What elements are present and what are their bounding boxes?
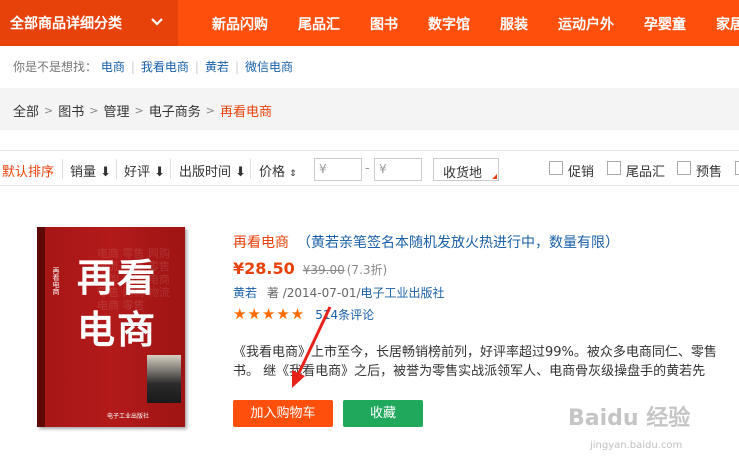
arrow-down-icon: ⬇ — [154, 165, 166, 180]
breadcrumb-item[interactable]: 电子商务 — [149, 101, 201, 120]
product-subtitle[interactable]: （黄若亲笔签名本随机发放火热进行中，数量有限） — [297, 235, 619, 251]
nav-item-baby[interactable]: 孕婴童 — [644, 14, 686, 34]
sort-updown-icon: ⇕ — [289, 169, 297, 179]
suggest-link[interactable]: 黄若 — [205, 60, 229, 74]
all-categories-label: 全部商品详细分类 — [10, 16, 122, 32]
cover-side-title: 再看电商 — [52, 267, 60, 295]
product-title-main[interactable]: 再看电商 — [233, 235, 289, 251]
sort-price-label: 价格 — [259, 165, 286, 180]
sort-sales-label: 销量 — [70, 165, 97, 180]
nav-item-outlet[interactable]: 尾品汇 — [298, 14, 340, 34]
product-description: 《我看电商》上市至今，长居畅销榜前列，好评率超过99%。被众多电商同仁、零售 书… — [233, 343, 739, 381]
breadcrumb-current: 再看电商 — [219, 105, 272, 120]
nav-item-clothing[interactable]: 服装 — [500, 14, 528, 34]
sort-sales[interactable]: 销量 ⬇ — [70, 161, 111, 180]
watermark-logo: Baidu 经验 — [568, 406, 691, 431]
chevron-right-icon: > — [44, 104, 54, 117]
search-suggestions: 你是不是想找： 电商 | 我看电商 | 黄若 | 微信电商 — [13, 60, 294, 74]
sort-rating[interactable]: 好评 ⬇ — [124, 161, 165, 180]
sort-pubdate[interactable]: 出版时间 ⬇ — [179, 161, 246, 180]
arrow-down-icon: ⬇ — [100, 165, 112, 180]
current-price: ¥28.50 — [233, 259, 295, 278]
author-role: 著 — [266, 286, 279, 300]
star-rating-icon: ★★★★★ — [233, 305, 306, 323]
nav-item-sports[interactable]: 运动户外 — [558, 14, 614, 34]
rating-row: ★★★★★ 514条评论 — [233, 305, 374, 323]
nav-item-digital[interactable]: 数字馆 — [428, 14, 470, 34]
pub-date: /2014-07-01 — [282, 286, 357, 300]
price-max-input[interactable]: ¥ — [374, 158, 422, 181]
chevron-right-icon: > — [134, 104, 144, 117]
sort-rating-label: 好评 — [124, 165, 151, 180]
suggest-link[interactable]: 电商 — [101, 60, 125, 74]
cover-blurb — [45, 367, 145, 407]
suggest-label: 你是不是想找： — [13, 60, 98, 74]
outlet-checkbox[interactable] — [607, 161, 621, 175]
ship-to-select[interactable]: 收货地 — [433, 158, 499, 181]
breadcrumb-bar: 全部 > 图书 > 管理 > 电子商务 > 再看电商 — [0, 88, 739, 130]
chevron-right-icon: > — [89, 104, 99, 117]
description-line: 《我看电商》上市至今，长居畅销榜前列，好评率超过99%。被众多电商同仁、零售 — [233, 345, 717, 360]
product-title[interactable]: 再看电商 （黄若亲笔签名本随机发放火热进行中，数量有限） — [233, 232, 619, 252]
product-meta: 黄若 著 /2014-07-01/电子工业出版社 — [233, 284, 445, 301]
breadcrumb: 全部 > 图书 > 管理 > 电子商务 > 再看电商 — [13, 101, 272, 120]
original-price: ¥39.00 — [302, 263, 345, 277]
watermark-url: jingyan.baidu.com — [590, 440, 683, 451]
top-nav: 全部商品详细分类 新品闪购 尾品汇 图书 数字馆 服装 运动户外 孕婴童 家居 — [0, 0, 739, 46]
price-min-input[interactable]: ¥ — [314, 158, 362, 181]
all-categories-button[interactable]: 全部商品详细分类 — [0, 0, 178, 46]
promo-label: 促销 — [568, 165, 595, 180]
nav-item-books[interactable]: 图书 — [370, 14, 398, 34]
chevron-down-icon — [151, 18, 163, 26]
author-link[interactable]: 黄若 — [233, 286, 257, 300]
price-dash: - — [365, 161, 370, 176]
breadcrumb-item[interactable]: 管理 — [103, 101, 129, 120]
description-line: 书。 继《我看电商》之后，被誉为零售实战派领军人、电商骨灰级操盘手的黄若先 — [233, 364, 706, 379]
product-image[interactable]: 电商 零售 网购 物流 电商 零售 网购 物流 电商 零售 网购 物流 电商 零… — [37, 227, 185, 427]
discount: (7.3折) — [346, 263, 388, 277]
cover-publisher: 电子工业出版社 — [107, 413, 150, 420]
promo-checkbox[interactable] — [549, 161, 563, 175]
suggest-link[interactable]: 我看电商 — [141, 60, 189, 74]
arrow-down-icon: ⬇ — [235, 165, 247, 180]
breadcrumb-item[interactable]: 全部 — [13, 101, 39, 120]
chevron-right-icon: > — [205, 104, 215, 117]
sort-bar: 默认排序 销量 ⬇ 好评 ⬇ 出版时间 ⬇ 价格 ⇕ ¥ - ¥ 收货地 促销 … — [0, 150, 739, 186]
cover-title-bottom: 电商 — [77, 307, 158, 352]
book-spine — [37, 227, 45, 427]
add-to-cart-button[interactable]: 加入购物车 — [233, 400, 333, 427]
sort-default[interactable]: 默认排序 — [2, 161, 54, 180]
review-count-link[interactable]: 514条评论 — [315, 306, 374, 323]
presale-label: 预售 — [696, 165, 723, 180]
breadcrumb-item[interactable]: 图书 — [58, 101, 84, 120]
nav-item-flash-sale[interactable]: 新品闪购 — [212, 14, 268, 34]
presale-checkbox[interactable] — [677, 161, 691, 175]
nav-item-home[interactable]: 家居 — [716, 14, 739, 34]
suggest-link[interactable]: 微信电商 — [245, 60, 293, 74]
author-photo — [147, 355, 181, 403]
price-row: ¥28.50 ¥39.00 (7.3折) — [233, 259, 387, 278]
outlet-label: 尾品汇 — [626, 165, 666, 180]
favorite-button[interactable]: 收藏 — [343, 400, 423, 427]
sort-price[interactable]: 价格 ⇕ — [259, 161, 297, 180]
publisher-link[interactable]: 电子工业出版社 — [361, 286, 445, 300]
sort-pubdate-label: 出版时间 — [179, 165, 232, 180]
cover-title-top: 再看 — [77, 255, 158, 300]
filter-checkbox[interactable] — [735, 161, 739, 175]
